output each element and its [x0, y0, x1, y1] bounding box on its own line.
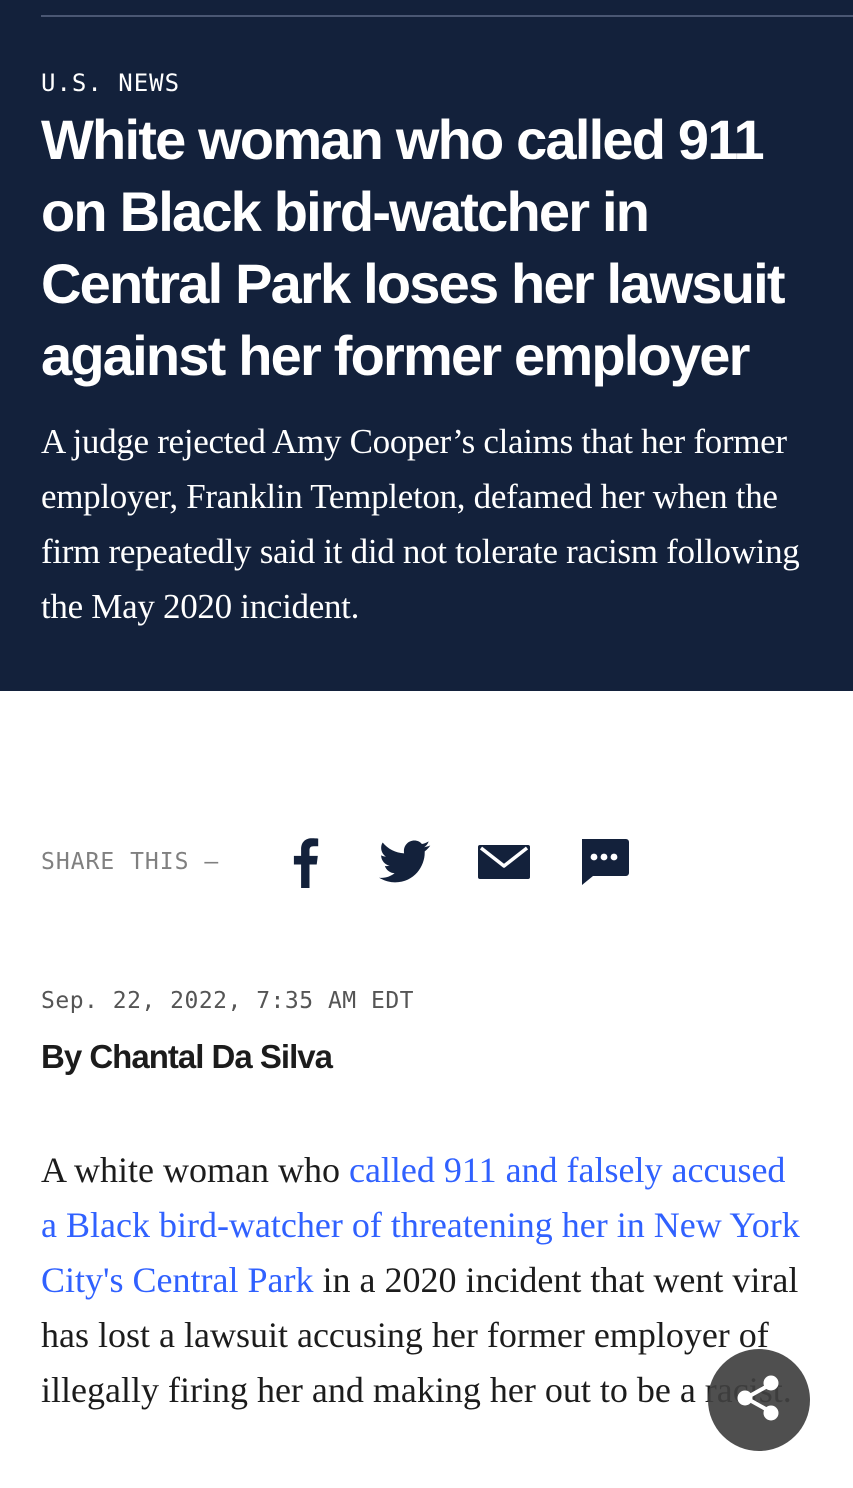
share-icon: [732, 1371, 786, 1430]
article-header: U.S. NEWS White woman who called 911 on …: [0, 0, 853, 691]
headline: White woman who called 911 on Black bird…: [41, 108, 786, 387]
paragraph-text: A white woman who: [41, 1150, 349, 1190]
section-label[interactable]: U.S. NEWS: [41, 66, 180, 100]
publish-date: Sep. 22, 2022, 7:35 AM EDT: [41, 988, 415, 1014]
facebook-icon[interactable]: [275, 832, 335, 892]
article-dek: A judge rejected Amy Cooper’s claims tha…: [41, 422, 800, 626]
byline[interactable]: By Chantal Da Silva: [41, 1034, 333, 1080]
share-bar: SHARE THIS —: [41, 826, 741, 896]
article-paragraph: A white woman who called 911 and falsely…: [41, 1143, 801, 1418]
twitter-icon[interactable]: [375, 832, 435, 892]
floating-share-button[interactable]: [708, 1349, 810, 1451]
share-label: SHARE THIS —: [41, 849, 220, 875]
divider: [41, 15, 853, 17]
email-icon[interactable]: [474, 832, 534, 892]
sms-icon[interactable]: [574, 832, 634, 892]
article-page: U.S. NEWS White woman who called 911 on …: [0, 0, 853, 1488]
